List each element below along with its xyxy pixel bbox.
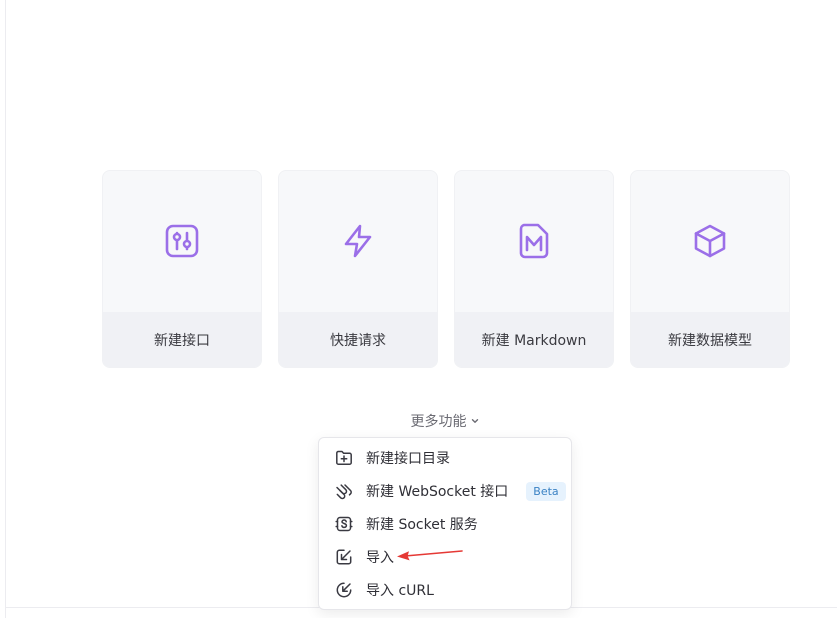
new-markdown-label: 新建 Markdown bbox=[455, 312, 613, 367]
menu-item-label: 导入 bbox=[366, 550, 394, 566]
new-data-model-label: 新建数据模型 bbox=[631, 312, 789, 367]
cube-icon bbox=[631, 221, 789, 261]
menu-item-label: 新建 WebSocket 接口 bbox=[366, 484, 509, 500]
new-interface-card[interactable]: 新建接口 bbox=[102, 170, 262, 368]
more-features-toggle[interactable]: 更多功能 bbox=[0, 411, 837, 431]
markdown-file-icon bbox=[455, 221, 613, 261]
menu-item-new-socket-service[interactable]: 新建 Socket 服务 bbox=[319, 509, 571, 539]
new-data-model-card[interactable]: 新建数据模型 bbox=[630, 170, 790, 368]
more-features-label: 更多功能 bbox=[410, 414, 467, 430]
quick-request-card[interactable]: 快捷请求 bbox=[278, 170, 438, 368]
new-interface-label: 新建接口 bbox=[103, 312, 261, 367]
more-features-menu: 新建接口目录 新建 WebSocket 接口 Beta 新建 Socket 服务… bbox=[318, 437, 572, 610]
menu-item-import-curl[interactable]: 导入 cURL bbox=[319, 575, 571, 605]
menu-item-label: 新建接口目录 bbox=[366, 451, 450, 467]
websocket-icon bbox=[335, 482, 353, 500]
chevron-down-icon bbox=[470, 414, 480, 430]
menu-item-label: 新建 Socket 服务 bbox=[366, 517, 478, 533]
socket-service-icon bbox=[335, 515, 353, 533]
import-icon bbox=[335, 548, 353, 566]
left-divider bbox=[5, 0, 6, 618]
page: 新建接口 快捷请求 新建 Markdown 新建数据模型 更多功能 新建接口目录… bbox=[0, 0, 837, 618]
beta-badge: Beta bbox=[526, 481, 566, 501]
lightning-icon bbox=[279, 221, 437, 261]
new-markdown-card[interactable]: 新建 Markdown bbox=[454, 170, 614, 368]
api-interface-icon bbox=[103, 221, 261, 261]
annotation-arrow bbox=[397, 550, 463, 561]
menu-item-new-folder[interactable]: 新建接口目录 bbox=[319, 443, 571, 473]
menu-item-label: 导入 cURL bbox=[366, 583, 434, 599]
quick-request-label: 快捷请求 bbox=[279, 312, 437, 367]
import-curl-icon bbox=[335, 581, 353, 599]
menu-item-new-websocket[interactable]: 新建 WebSocket 接口 Beta bbox=[319, 476, 571, 506]
folder-plus-icon bbox=[335, 449, 353, 467]
